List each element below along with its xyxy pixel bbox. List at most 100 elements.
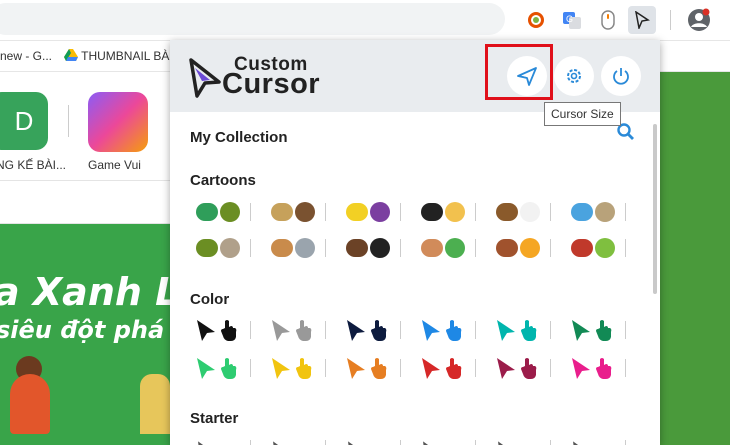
tile-letter: D [14,105,34,136]
cursor-pack[interactable] [263,197,323,227]
arrow-and-hand-cursor-icon [272,358,312,379]
cursor-pack[interactable] [563,197,623,227]
cartoon-pointer-thumb [445,202,465,222]
cursor-divider [250,440,251,445]
cursor-pack[interactable] [488,353,548,383]
shortcut-tile-d[interactable]: D [0,92,48,150]
cursor-pack[interactable] [338,315,398,345]
svg-text:G: G [566,14,573,24]
custom-cursor-logo: Custom Cursor [188,54,328,100]
cursor-divider [400,321,401,339]
cursor-pack[interactable] [188,315,248,345]
cursor-pack[interactable] [563,233,623,263]
starter-cursor-icon [498,441,504,445]
hand-cursor-shape [221,358,237,379]
cursor-pack[interactable] [563,434,623,445]
hand-cursor-shape [371,358,387,379]
cursor-divider [475,359,476,377]
arrow-cursor-shape [272,358,290,379]
cursor-divider [550,239,551,257]
cursor-pack[interactable] [413,434,473,445]
cartoon-pointer-thumb [220,238,240,258]
cursor-pack[interactable] [338,233,398,263]
starter-cursor-icon [273,441,279,445]
cursor-divider [475,203,476,221]
cursor-size-button[interactable] [507,56,547,96]
cursor-divider [325,203,326,221]
starter-cursor-icon [198,441,204,445]
chrome-extension-icon[interactable] [522,6,550,34]
cartoon-cursor-thumb [271,239,293,257]
hand-cursor-shape [371,320,387,341]
arrow-and-hand-cursor-icon [422,358,462,379]
section-title-starter: Starter [190,410,239,427]
cursor-divider [250,359,251,377]
cursor-divider [550,321,551,339]
cursor-pack[interactable] [488,315,548,345]
cursor-divider [550,203,551,221]
cursor-pack[interactable] [338,434,398,445]
cursor-divider [550,359,551,377]
bookmark-item[interactable]: THUMBNAIL BÀI [64,49,173,63]
banner-subtitle: siêu đột phá [0,316,165,344]
cursor-pack[interactable] [338,353,398,383]
popup-scrollbar[interactable] [653,124,657,294]
tile-divider [68,105,69,137]
cursor-pack[interactable] [488,434,548,445]
arrow-cursor-shape [497,320,515,341]
cursor-divider [625,203,626,221]
cursor-pack[interactable] [413,353,473,383]
bookmark-label: THUMBNAIL BÀI [81,49,173,63]
cursor-divider [325,321,326,339]
google-translate-icon[interactable]: G [558,6,586,34]
cartoon-cursor-row [188,197,628,227]
cursor-pack[interactable] [263,315,323,345]
custom-cursor-extension-icon[interactable] [628,6,656,34]
cartoon-cursor-thumb [271,203,293,221]
cartoon-pointer-thumb [370,238,390,258]
cursor-pack[interactable] [263,434,323,445]
power-button[interactable] [601,56,641,96]
arrow-and-hand-cursor-icon [572,320,612,341]
cursor-pack[interactable] [188,434,248,445]
toolbar-separator [670,10,671,30]
cursor-pack[interactable] [413,233,473,263]
hand-cursor-shape [521,320,537,341]
cursor-pack[interactable] [488,233,548,263]
settings-button[interactable] [554,56,594,96]
arrow-and-hand-cursor-icon [197,320,237,341]
cartoon-pointer-thumb [220,202,240,222]
cursor-pack[interactable] [188,353,248,383]
profile-avatar-icon[interactable] [685,6,713,34]
cursor-divider [625,440,626,445]
mouse-extension-icon[interactable] [594,6,622,34]
cursor-pack[interactable] [413,315,473,345]
banner-title: a Xanh Lá [0,270,170,314]
promo-banner[interactable]: a Xanh Lá siêu đột phá [0,224,170,445]
shortcut-tile-game-vui[interactable] [88,92,148,152]
cursor-pack[interactable] [263,233,323,263]
cartoon-pointer-thumb [295,238,315,258]
arrow-cursor-shape [197,320,215,341]
cartoon-pointer-thumb [445,238,465,258]
cursor-pack[interactable] [188,233,248,263]
cursor-pack[interactable] [338,197,398,227]
cursor-pack[interactable] [263,353,323,383]
cursor-divider [400,359,401,377]
cursor-pack[interactable] [488,197,548,227]
cursor-size-icon [517,67,537,86]
bookmark-item[interactable]: new - G... [0,49,52,63]
cursor-pack[interactable] [188,197,248,227]
starter-cursor-icon [348,441,354,445]
cursor-pack[interactable] [413,197,473,227]
cursor-divider [250,321,251,339]
cursor-pack[interactable] [563,315,623,345]
cursor-divider [400,239,401,257]
cursor-divider [550,440,551,445]
arrow-and-hand-cursor-icon [497,358,537,379]
cursor-pack[interactable] [563,353,623,383]
arrow-cursor-shape [422,358,440,379]
cartoon-cursor-thumb [571,239,593,257]
address-bar[interactable] [0,3,505,35]
cursor-divider [250,203,251,221]
